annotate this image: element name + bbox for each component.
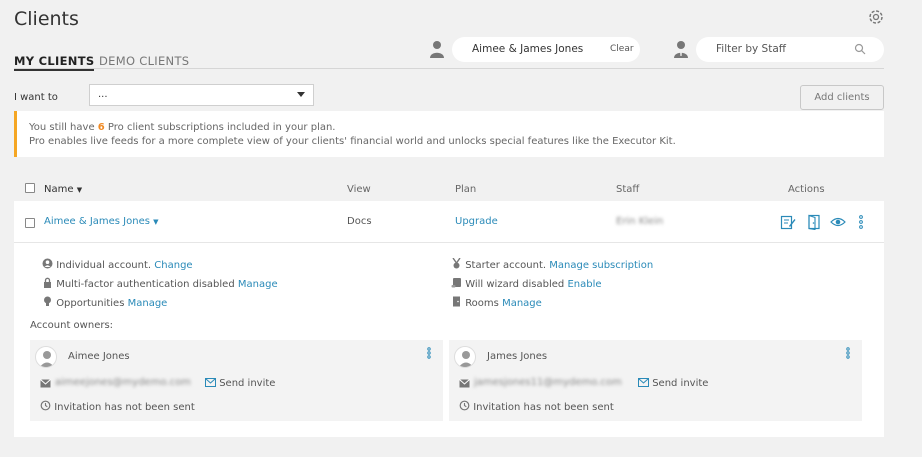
tab-demo-clients[interactable]: DEMO CLIENTS [99, 54, 189, 68]
search-icon[interactable] [854, 43, 866, 55]
door-icon[interactable] [806, 214, 822, 231]
owner-card: James Jones jamesjones11@mydemo.com Send… [449, 340, 862, 421]
subscription-count: 6 [97, 122, 105, 133]
subscription-detail: Starter account. Manage subscription [451, 257, 653, 271]
avatar [454, 346, 476, 368]
banner-line-1: You still have 6 Pro client subscription… [29, 122, 336, 133]
name-column-header[interactable]: Name ▼ [44, 184, 82, 195]
client-filter-value: Aimee & James Jones [472, 43, 584, 55]
gear-icon[interactable] [867, 8, 885, 26]
action-select[interactable]: ... [89, 84, 314, 106]
row-checkbox[interactable] [25, 218, 35, 228]
will-wizard-detail: Will wizard disabled Enable [451, 277, 602, 290]
opportunities-detail: Opportunities Manage [42, 296, 167, 309]
view-column-header: View [347, 184, 371, 195]
invite-icon [638, 377, 649, 390]
owner-card: Aimee Jones aimeejones@mydemo.com Send i… [30, 340, 443, 421]
staff-icon [673, 40, 689, 58]
client-filter[interactable]: Aimee & James Jones Clear [452, 37, 640, 62]
eye-icon[interactable] [830, 214, 846, 230]
owner-name: James Jones [487, 351, 548, 362]
staff-filter-input[interactable]: Filter by Staff [696, 37, 884, 62]
client-name-link[interactable]: Aimee & James Jones ▼ [44, 216, 159, 227]
manage-subscription-link[interactable]: Manage subscription [549, 260, 653, 271]
invite-icon [205, 377, 216, 390]
rooms-detail: Rooms Manage [451, 296, 542, 309]
chevron-down-icon: ▼ [153, 218, 159, 226]
staff-cell: Erin Klein [616, 216, 664, 227]
owner-name: Aimee Jones [68, 351, 130, 362]
manage-opportunities-link[interactable]: Manage [128, 298, 168, 309]
change-account-link[interactable]: Change [154, 260, 192, 271]
pro-subscription-banner: You still have 6 Pro client subscription… [14, 111, 884, 157]
invitation-status: Invitation has not been sent [459, 400, 614, 414]
page-title: Clients [14, 8, 79, 30]
view-cell: Docs [347, 216, 372, 227]
history-icon [40, 400, 51, 414]
action-select-label: I want to [14, 92, 58, 103]
send-invite-button[interactable]: Send invite [638, 377, 708, 390]
manage-rooms-link[interactable]: Manage [502, 298, 542, 309]
action-select-value: ... [98, 89, 108, 100]
chevron-down-icon [297, 92, 305, 97]
lock-icon [42, 277, 53, 288]
tabs-divider [14, 68, 884, 69]
user-circle-icon [42, 258, 53, 269]
account-type-detail: Individual account. Change [42, 258, 193, 271]
envelope-icon [40, 378, 51, 391]
avatar [35, 346, 57, 368]
owner-email: aimeejones@mydemo.com [55, 377, 191, 388]
send-invite-button[interactable]: Send invite [205, 377, 275, 390]
banner-line-2: Pro enables live feeds for a more comple… [29, 136, 676, 147]
select-all-checkbox[interactable] [25, 183, 35, 193]
more-options-icon[interactable] [846, 347, 850, 359]
clear-button[interactable]: Clear [610, 44, 634, 54]
upgrade-link[interactable]: Upgrade [455, 216, 498, 227]
scroll-icon [451, 277, 462, 288]
add-clients-button[interactable]: Add clients [800, 85, 884, 110]
staff-column-header: Staff [616, 184, 640, 195]
lightbulb-icon [42, 296, 53, 307]
enable-will-wizard-link[interactable]: Enable [567, 279, 601, 290]
edit-note-icon[interactable] [780, 214, 796, 230]
row-divider [14, 242, 884, 243]
actions-column-header: Actions [788, 184, 825, 195]
medal-icon [451, 257, 462, 269]
plan-column-header: Plan [455, 184, 477, 195]
account-owners-label: Account owners: [30, 320, 114, 331]
invitation-status: Invitation has not been sent [40, 400, 195, 414]
more-options-icon[interactable] [427, 347, 431, 359]
sort-down-icon: ▼ [76, 186, 83, 194]
mfa-detail: Multi-factor authentication disabled Man… [42, 277, 278, 290]
owner-email: jamesjones11@mydemo.com [474, 377, 622, 388]
history-icon [459, 400, 470, 414]
door-icon [451, 296, 462, 307]
envelope-icon [459, 378, 470, 391]
person-icon [429, 40, 445, 58]
more-options-icon[interactable] [858, 214, 866, 230]
staff-filter-placeholder: Filter by Staff [716, 43, 787, 55]
manage-mfa-link[interactable]: Manage [238, 279, 278, 290]
